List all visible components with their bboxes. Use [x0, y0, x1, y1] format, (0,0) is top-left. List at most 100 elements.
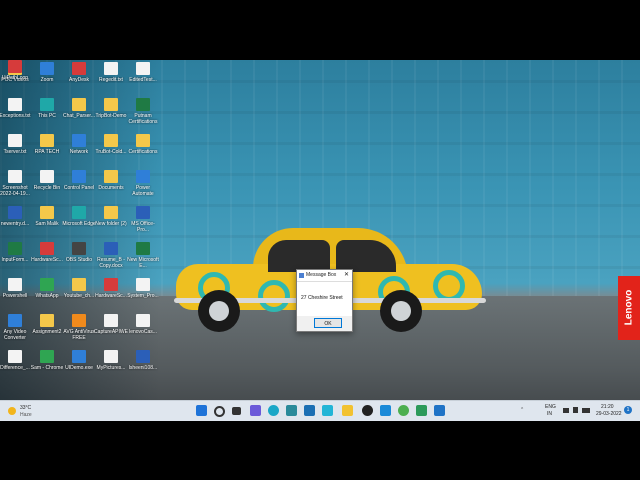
desktop-icon[interactable]: TruBot-Cold... [94, 134, 128, 155]
desktop-icon[interactable]: Certifications [126, 134, 160, 155]
desktop-icon[interactable]: WhatsApp [30, 278, 64, 299]
desktop-icon-label: Screenshot 2022-04-19... [0, 185, 30, 197]
desktop-icon[interactable]: Youtube_ch... [62, 278, 96, 299]
edge-browser-icon [72, 206, 86, 219]
desktop-icon[interactable]: New Microsoft E... [126, 242, 160, 269]
desktop-icon-label: WhatsApp [35, 293, 59, 299]
desktop-icon[interactable]: This PC [30, 98, 64, 119]
desktop-icon[interactable]: Difference_... [0, 350, 32, 371]
desktop-icon[interactable]: Control Panel [62, 170, 96, 191]
desktop-icon[interactable]: TripBot-Demo [94, 98, 128, 119]
desktop-icon-label: TruBot-Cold... [95, 149, 127, 155]
desktop-icon[interactable]: Exceptions.txt [0, 98, 32, 119]
desktop-icon[interactable]: MS Office-Pro... [126, 206, 160, 233]
excel-file-icon [136, 98, 150, 111]
desktop-icon-label: Putnam Certifications [128, 113, 158, 125]
desktop-icon[interactable]: Microsoft Edge [62, 206, 96, 227]
desktop-icon-label: UiPathLoop [1, 75, 29, 81]
vpn-app-icon[interactable] [286, 405, 297, 416]
file-explorer-icon[interactable] [342, 405, 353, 416]
powershell-icon[interactable] [416, 405, 427, 416]
desktop-icon[interactable]: HardwareSc... [94, 278, 128, 299]
desktop-icon[interactable]: newentry.d... [0, 206, 32, 227]
desktop-icon-label: Control Panel [63, 185, 95, 191]
language-indicator[interactable]: ENG [545, 404, 556, 410]
desktop-icon[interactable]: AVG AntiVirus FREE [62, 314, 96, 341]
text-file-icon [8, 98, 22, 111]
desktop: Lenovo POC Videos Zoom AnyDesk Regedit.txt E… [0, 60, 640, 420]
obs-studio-icon [72, 242, 86, 255]
desktop-icon-label: lenovoCas... [129, 329, 157, 335]
close-icon[interactable]: ✕ [344, 271, 349, 278]
chevron-up-icon[interactable]: ⌃ [520, 407, 524, 413]
teams-chat-icon[interactable] [250, 405, 261, 416]
desktop-icon[interactable]: UIDemo.exe [62, 350, 96, 371]
desktop-icon[interactable]: Resume_B - Copy.docx [94, 242, 128, 269]
edge-browser-icon[interactable] [268, 405, 279, 416]
search-icon[interactable] [214, 406, 225, 417]
dialog-title-bar[interactable]: Message Box ✕ [297, 270, 352, 282]
excel-file-icon [8, 242, 22, 255]
desktop-icon[interactable]: Network [62, 134, 96, 155]
outlook-icon[interactable] [380, 405, 391, 416]
uipath-icon [8, 60, 22, 73]
battery-icon[interactable] [582, 408, 590, 413]
desktop-icon[interactable]: Zoom [30, 62, 64, 83]
desktop-icon[interactable]: Documents [94, 170, 128, 191]
notification-badge[interactable]: 1 [624, 406, 632, 414]
desktop-icon-label: Resume_B - Copy.docx [97, 257, 125, 269]
app-icon[interactable] [434, 405, 445, 416]
image-file-icon [104, 350, 118, 363]
desktop-icon[interactable]: System_Pro... [126, 278, 160, 299]
desktop-icon-label: OBS Studio [65, 257, 93, 263]
desktop-icon[interactable]: Powershell [0, 278, 32, 299]
desktop-icon[interactable]: HardwareSc... [30, 242, 64, 263]
desktop-icon-label: Any Video Converter [3, 329, 27, 341]
start-icon[interactable] [196, 405, 207, 416]
desktop-icon[interactable]: Regedit.txt [94, 62, 128, 83]
desktop-icon[interactable]: AnyDesk [62, 62, 96, 83]
desktop-icon-label: TripBot-Demo [95, 113, 127, 119]
chrome-browser-icon[interactable] [398, 405, 409, 416]
desktop-icon[interactable]: Recycle Bin [30, 170, 64, 191]
car-window [268, 240, 330, 272]
clock-time[interactable]: 21:20 [601, 404, 614, 410]
desktop-icon[interactable]: UiPathLoop [0, 60, 32, 81]
desktop-icon[interactable]: CaptureAPIWE [94, 314, 128, 335]
desktop-icon[interactable]: Any Video Converter [0, 314, 32, 341]
desktop-icon[interactable]: OBS Studio [62, 242, 96, 263]
text-file-icon [136, 314, 150, 327]
chrome-browser-icon [40, 350, 54, 363]
ok-button[interactable]: OK [314, 318, 342, 328]
desktop-icon[interactable]: New folder (2) [94, 206, 128, 227]
folder-icon [72, 278, 86, 291]
desktop-icon[interactable]: Sam Malik [30, 206, 64, 227]
desktop-icon[interactable]: InputForm... [0, 242, 32, 263]
desktop-icon[interactable]: lenovoCas... [126, 314, 160, 335]
word-file-icon [136, 206, 150, 219]
desktop-icon[interactable]: Tserver.txt [0, 134, 32, 155]
weather-widget[interactable]: 33°C Haze [8, 404, 48, 418]
desktop-icon[interactable]: Screenshot 2022-04-19... [0, 170, 32, 197]
desktop-icon[interactable]: RPA TECH [30, 134, 64, 155]
text-file-icon [104, 314, 118, 327]
volume-icon[interactable] [573, 407, 578, 413]
clock-date[interactable]: 29-03-2022 [596, 411, 622, 417]
obs-studio-icon[interactable] [362, 405, 373, 416]
desktop-icon[interactable]: EditedTest... [126, 62, 160, 83]
word-file-icon [136, 350, 150, 363]
car-wheel [198, 290, 240, 332]
desktop-icon-label: New folder (2) [95, 221, 127, 227]
desktop-icon[interactable]: Assignment2 [30, 314, 64, 335]
desktop-icon-label: This PC [38, 113, 56, 119]
desktop-icon[interactable]: MyPictures... [94, 350, 128, 371]
wifi-icon[interactable] [563, 408, 569, 413]
desktop-icon[interactable]: lsheeni108... [126, 350, 160, 371]
desktop-icon[interactable]: Chat_Parser... [62, 98, 96, 119]
desktop-icon[interactable]: Power Automate [126, 170, 160, 197]
remote-app-icon[interactable] [304, 405, 315, 416]
task-view-icon[interactable] [232, 407, 241, 415]
store-icon[interactable] [322, 405, 333, 416]
desktop-icon[interactable]: Sam - Chrome [30, 350, 64, 371]
desktop-icon[interactable]: Putnam Certifications [126, 98, 160, 125]
